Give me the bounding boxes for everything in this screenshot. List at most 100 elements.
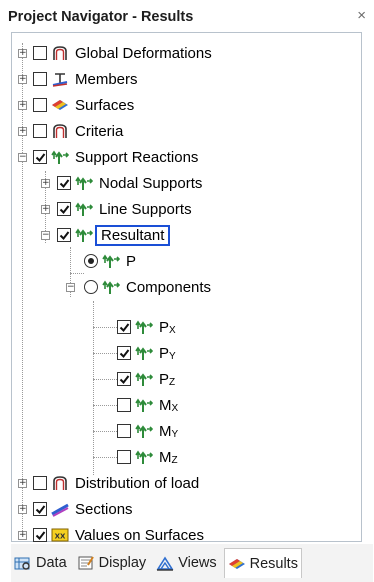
tree-label: Criteria [75,122,124,140]
label-subscript: Z [171,454,178,466]
expand-icon[interactable]: + [18,505,27,514]
tree-label: MX [159,397,178,414]
tree-item-distribution-of-load[interactable]: Distribution of load [33,472,199,494]
tab-label: Data [36,555,67,571]
support-reaction-icon [135,424,153,438]
checkbox[interactable] [57,202,71,216]
tree-item-values-on-surfaces[interactable]: XX Values on Surfaces [33,524,204,546]
expand-icon[interactable]: + [18,75,27,84]
support-reaction-icon [135,372,153,386]
data-icon [14,557,30,570]
radio-button[interactable] [84,280,98,294]
support-reaction-icon [102,280,120,294]
checkbox[interactable] [33,72,47,86]
radio-button[interactable] [84,254,98,268]
tree-line [93,457,117,458]
tree-line [93,405,117,406]
tab-display[interactable]: Display [74,548,150,578]
support-reaction-icon [102,254,120,268]
tree-item-resultant[interactable]: Resultant [57,224,171,246]
tree-item-surfaces[interactable]: Surfaces [33,94,134,116]
tree-line [70,273,84,274]
checkbox[interactable] [33,476,47,490]
checkbox[interactable] [33,98,47,112]
tree-label: Global Deformations [75,44,212,62]
check-icon [59,178,69,188]
check-icon [35,152,45,162]
collapse-icon[interactable]: − [18,153,27,162]
label-main: P [159,318,170,336]
tree-item-py[interactable]: PY [117,342,176,364]
checkbox[interactable] [33,124,47,138]
close-icon[interactable]: × [357,7,366,24]
tree-item-my[interactable]: MY [117,420,178,442]
checkbox[interactable] [33,528,47,542]
checkbox[interactable] [117,450,131,464]
tree-line [93,379,117,380]
radio-selected-dot [88,258,94,264]
tree-item-criteria[interactable]: Criteria [33,120,123,142]
tree-item-members[interactable]: Members [33,68,138,90]
label-subscript: X [171,402,179,414]
check-icon [35,504,45,514]
support-reaction-icon [135,346,153,360]
tab-data[interactable]: Data [11,548,70,578]
checkbox[interactable] [117,424,131,438]
label-main: M [159,448,172,466]
checkbox[interactable] [117,346,131,360]
collapse-icon[interactable]: − [66,283,75,292]
checkbox[interactable] [33,502,47,516]
label-main: P [159,344,170,362]
label-subscript: Y [171,428,179,440]
navigator-tabs: Data Display Views Results [11,544,373,582]
support-reaction-icon [51,150,69,164]
expand-icon[interactable]: + [18,479,27,488]
tree-label: PX [159,319,176,336]
checkbox[interactable] [117,398,131,412]
values-icon: XX [51,528,69,542]
collapse-icon[interactable]: − [41,231,50,240]
checkbox[interactable] [117,320,131,334]
expand-icon[interactable]: + [18,127,27,136]
tab-results[interactable]: Results [223,548,302,578]
tree-item-nodal-supports[interactable]: Nodal Supports [57,172,202,194]
tab-label: Views [178,555,217,571]
tree-line [22,43,23,539]
tree-label: PY [159,345,176,362]
expand-icon[interactable]: + [41,179,50,188]
results-icon [228,558,245,569]
checkbox[interactable] [57,228,71,242]
tree-item-support-reactions[interactable]: Support Reactions [33,146,198,168]
tree-item-mx[interactable]: MX [117,394,178,416]
tree-label: Nodal Supports [99,174,203,192]
panel-titlebar: Project Navigator - Results × [0,0,374,33]
support-reaction-icon [75,176,93,190]
tree-item-px[interactable]: PX [117,316,176,338]
check-icon [59,230,69,240]
tree-item-components[interactable]: Components [84,276,211,298]
check-icon [35,530,45,540]
tree-item-sections[interactable]: Sections [33,498,133,520]
tab-label: Results [249,555,298,572]
tree-label: Values on Surfaces [75,526,204,544]
tree-label: MY [159,423,178,440]
label-main: M [159,396,172,414]
tree-label: Sections [75,500,133,518]
expand-icon[interactable]: + [18,101,27,110]
checkbox[interactable] [33,46,47,60]
tree-item-p[interactable]: P [84,250,136,272]
expand-icon[interactable]: + [41,205,50,214]
expand-icon[interactable]: + [18,49,27,58]
checkbox[interactable] [33,150,47,164]
tree-item-global-deformations[interactable]: Global Deformations [33,42,212,64]
checkbox[interactable] [57,176,71,190]
tab-views[interactable]: Views [153,548,219,578]
tree-item-mz[interactable]: MZ [117,446,178,468]
checkbox[interactable] [117,372,131,386]
tree-item-line-supports[interactable]: Line Supports [57,198,192,220]
check-icon [119,374,129,384]
label-subscript: X [169,324,176,336]
section-icon [51,503,69,517]
tree-item-pz[interactable]: PZ [117,368,175,390]
expand-icon[interactable]: + [18,531,27,540]
